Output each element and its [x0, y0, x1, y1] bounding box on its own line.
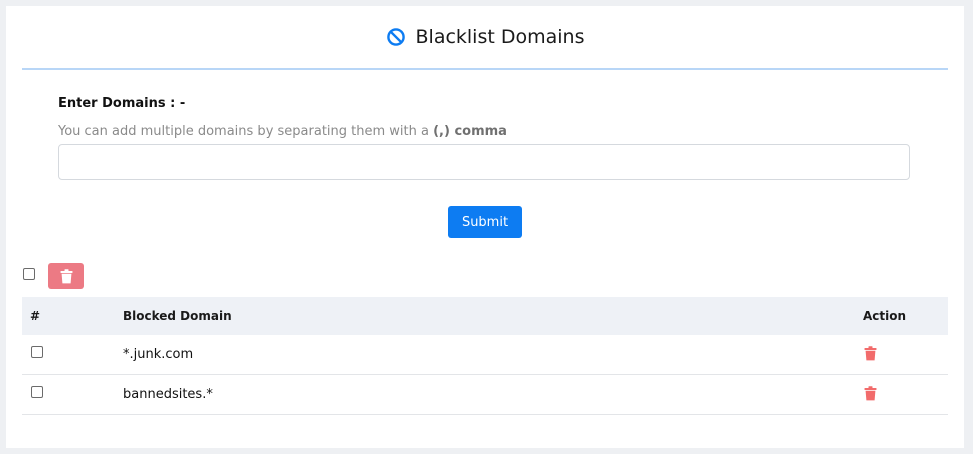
domains-help-text: You can add multiple domains by separati… [58, 124, 507, 139]
select-all-checkbox[interactable] [23, 268, 35, 280]
row-checkbox[interactable] [31, 346, 43, 358]
bulk-delete-button[interactable] [48, 263, 84, 289]
row-checkbox[interactable] [31, 386, 43, 398]
blocked-domains-table: # Blocked Domain Action *.junk.com banne… [22, 297, 948, 415]
trash-icon [864, 385, 877, 401]
table-header: # Blocked Domain Action [22, 297, 948, 335]
ban-icon [386, 27, 406, 47]
column-header-domain: Blocked Domain [123, 309, 232, 323]
domains-label: Enter Domains : - [58, 96, 186, 111]
help-text-prefix: You can add multiple domains by separati… [58, 124, 429, 139]
blacklist-card: Blacklist Domains Enter Domains : - You … [6, 6, 964, 448]
blocked-domain-cell: bannedsites.* [123, 387, 213, 402]
delete-row-button[interactable] [862, 384, 878, 402]
trash-icon [60, 268, 73, 284]
column-header-number: # [30, 309, 41, 323]
card-header: Blacklist Domains [22, 6, 948, 70]
column-header-action: Action [863, 309, 907, 323]
trash-icon [864, 345, 877, 361]
submit-button[interactable]: Submit [448, 206, 522, 238]
table-row: bannedsites.* [22, 375, 948, 415]
domains-input[interactable] [58, 144, 910, 180]
page-title: Blacklist Domains [415, 26, 585, 48]
help-text-bold: (,) comma [433, 124, 507, 139]
blocked-domain-cell: *.junk.com [123, 347, 194, 362]
table-row: *.junk.com [22, 335, 948, 375]
delete-row-button[interactable] [862, 344, 878, 362]
